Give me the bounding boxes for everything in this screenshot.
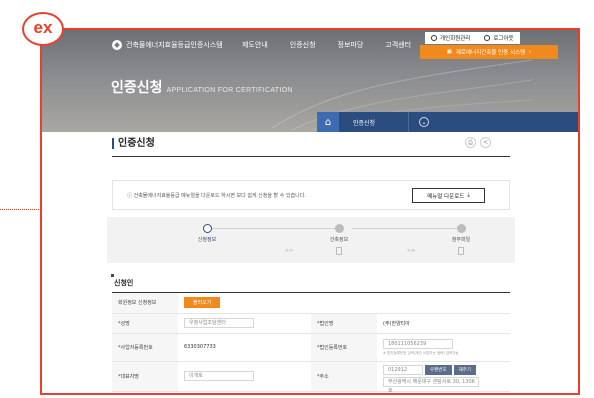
hero-title-text: 인증신청 <box>111 79 163 95</box>
notice-text: ⓘ 건축물에너지효율등급 메뉴얼을 다운로드 하시면 보다 쉽게 신청을 할 수… <box>127 193 306 199</box>
form-label: *사업자등록번호 <box>112 333 178 362</box>
representative-input[interactable]: 이개호 <box>184 371 254 381</box>
form-label: *대표자명 <box>112 361 178 392</box>
form-value: 우정사업조달센터 <box>178 313 311 334</box>
form-label: *성명 <box>112 313 178 334</box>
form-value: 012912 우편번호 재주기 부산광역시 해운대구 센텀서로 30, 1306… <box>377 361 510 393</box>
step-attachment: 첨부파일 <box>431 224 491 255</box>
util-logout-label: 로그아웃 <box>493 36 514 42</box>
zero-energy-system-button[interactable]: ▣ 제로에너지건축물 인증 시스템 › <box>420 45 558 59</box>
form-value: 180111056239 ※ 법인등록번호 입력(개인 사업자는 생략) 입력가… <box>377 333 510 362</box>
logo-icon <box>112 40 122 50</box>
step-arrow-icon: >> <box>407 248 416 254</box>
form-label: *주소 <box>311 361 377 392</box>
hero-banner: 건축물에너지효율등급인증시스템 제도안내 인증신청 정보마당 고객센터 개인회원… <box>42 30 578 132</box>
share-icon[interactable]: < <box>480 137 491 148</box>
document-icon <box>336 247 342 255</box>
step-arrow-icon: >> <box>285 248 294 254</box>
manual-download-label: 메뉴얼 다운로드 <box>427 193 465 200</box>
applicant-form: 회원정보 신청정보 불러오기 *성명 우정사업조달센터 *법인명 (주)한양티아… <box>112 293 510 393</box>
home-icon[interactable]: ⌂ <box>317 112 339 132</box>
form-note: ※ 법인등록번호 입력(개인 사업자는 생략) 입력가능 <box>383 350 459 355</box>
breadcrumb-toggle-icon[interactable]: ⌄ <box>419 117 429 127</box>
system-button-label: 제로에너지건축물 인증 시스템 <box>455 50 526 56</box>
main-nav: 제도안내 인증신청 정보마당 고객센터 <box>242 40 411 50</box>
step-number-icon <box>456 224 466 233</box>
step-label: 건축정보 <box>329 237 349 243</box>
breadcrumb: ⌂ 인증신청 ⌄ <box>317 112 578 132</box>
step-applicant: 신청정보 <box>177 224 237 243</box>
page-title: 인증신청 <box>112 138 155 149</box>
form-value: 불러오기 <box>178 293 510 314</box>
zip-input[interactable]: 012912 <box>383 365 423 375</box>
utility-menu: 개인회원관리 로그아웃 <box>425 32 520 44</box>
example-badge: ex <box>22 12 64 46</box>
hero-title: 인증신청 APPLICATION FOR CERTIFICATION <box>111 77 293 97</box>
zip-search-button[interactable]: 우편번호 <box>425 365 452 375</box>
step-number-icon <box>334 224 344 233</box>
step-label: 신청정보 <box>197 237 217 243</box>
monitor-icon: ▣ <box>446 49 452 55</box>
form-value: 이개호 <box>178 361 311 392</box>
site-logo[interactable]: 건축물에너지효율등급인증시스템 <box>112 40 223 50</box>
step-check-icon <box>202 224 212 233</box>
form-label: 회원정보 신청정보 <box>112 293 178 314</box>
util-member-label: 개인회원관리 <box>440 36 471 42</box>
chevron-right-icon: › <box>529 49 532 55</box>
form-label: *법인명 <box>311 313 377 334</box>
nav-item-support[interactable]: 고객센터 <box>385 40 411 50</box>
breadcrumb-current[interactable]: 인증신청 <box>339 112 409 132</box>
title-divider <box>112 156 510 157</box>
nav-item-system-info[interactable]: 제도안내 <box>242 40 268 50</box>
logo-text: 건축물에너지효율등급인증시스템 <box>126 41 223 49</box>
business-number-value: 6330307733 <box>178 333 311 362</box>
name-input[interactable]: 우정사업조달센터 <box>184 318 254 328</box>
document-icon <box>458 247 464 255</box>
address-input[interactable]: 부산광역시 해운대구 센텀서로 30, 1306호 <box>383 377 479 393</box>
zip-reset-button[interactable]: 재주기 <box>453 365 476 375</box>
manual-download-button[interactable]: 메뉴얼 다운로드 ⤓ <box>412 188 485 203</box>
stage: ex 건축물에너지효율등급인증시스템 제도안내 인증신청 정보마당 고객센터 개… <box>0 0 594 398</box>
corporate-number-input[interactable]: 180111056239 <box>383 338 453 349</box>
form-row: *사업자등록번호 6330307733 *법인등록번호 180111056239… <box>112 333 510 362</box>
step-building: 건축정보 <box>309 224 369 255</box>
form-row: *성명 우정사업조달센터 *법인명 (주)한양티아 <box>112 313 510 334</box>
person-icon <box>431 35 437 41</box>
util-member[interactable]: 개인회원관리 <box>431 34 470 42</box>
nav-item-info[interactable]: 정보마당 <box>338 40 364 50</box>
screenshot-frame: 건축물에너지효율등급인증시스템 제도안내 인증신청 정보마당 고객센터 개인회원… <box>40 28 580 395</box>
logout-icon <box>484 35 491 41</box>
download-icon: ⤓ <box>467 192 470 198</box>
form-row: 회원정보 신청정보 불러오기 <box>112 293 510 314</box>
nav-item-apply[interactable]: 인증신청 <box>290 40 316 50</box>
hero-subtitle: APPLICATION FOR CERTIFICATION <box>166 87 293 94</box>
step-label: 첨부파일 <box>451 237 471 243</box>
zip-row: 012912 우편번호 재주기 <box>383 365 504 375</box>
load-member-info-button[interactable]: 불러오기 <box>184 297 221 309</box>
util-logout[interactable]: 로그아웃 <box>484 34 514 42</box>
progress-steps: 신청정보 건축정보 첨부파일 >> >> <box>107 217 515 263</box>
section-title: 신청인 <box>110 274 134 287</box>
form-label: *법인등록번호 <box>311 333 377 362</box>
manual-notice: ⓘ 건축물에너지효율등급 메뉴얼을 다운로드 하시면 보다 쉽게 신청을 할 수… <box>112 180 510 210</box>
print-icon[interactable]: ⎙ <box>465 137 476 148</box>
title-tools: ⎙ < <box>465 137 491 148</box>
form-value: (주)한양티아 <box>377 313 510 334</box>
form-row: *대표자명 이개호 *주소 012912 우편번호 재주기 부산광역시 해운대구… <box>112 361 510 393</box>
